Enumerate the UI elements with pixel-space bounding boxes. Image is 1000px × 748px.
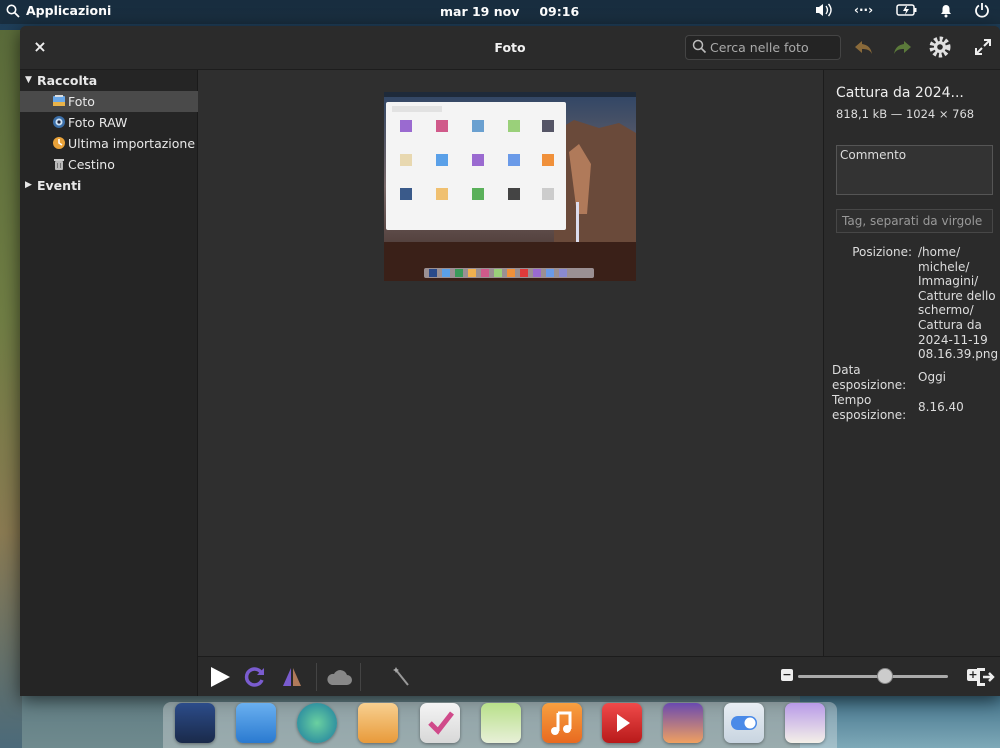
header-bar: × Foto Cerca nelle foto [20, 26, 1000, 70]
music-note-icon [551, 711, 572, 735]
battery-icon[interactable] [896, 2, 918, 18]
zoom-slider-knob[interactable] [877, 668, 893, 684]
tags-input[interactable]: Tag, separati da virgole [836, 209, 993, 233]
applications-menu[interactable]: Applicazioni [6, 3, 111, 18]
sidebar-item-ultima-importazione[interactable]: Ultima importazione [20, 133, 198, 154]
settings-icon[interactable] [724, 703, 764, 743]
search-input[interactable]: Cerca nelle foto [685, 35, 841, 60]
music-icon[interactable] [542, 703, 582, 743]
sidebar-item-foto[interactable]: Foto [20, 91, 198, 112]
mail-icon[interactable] [358, 703, 398, 743]
play-icon [617, 714, 630, 732]
screenshot-preview-image [384, 92, 636, 281]
zoom-out-button[interactable]: − [781, 669, 793, 681]
sidebar-item-cestino[interactable]: Cestino [20, 154, 198, 175]
settings-gear-icon[interactable] [927, 34, 953, 60]
photo-thumbnail[interactable] [384, 92, 636, 281]
sidebar-group-label: Eventi [37, 178, 82, 193]
photos-window: × Foto Cerca nelle foto ▼ Raccolta Foto … [20, 26, 1000, 696]
volume-icon[interactable] [814, 2, 834, 18]
files-icon[interactable] [236, 703, 276, 743]
sidebar-item-label: Ultima importazione [68, 136, 196, 151]
applications-label: Applicazioni [26, 3, 112, 18]
search-placeholder: Cerca nelle foto [710, 40, 809, 55]
fullscreen-icon[interactable] [974, 38, 992, 56]
bottom-toolbar: − + [198, 656, 1000, 696]
comment-placeholder: Commento [840, 148, 907, 162]
file-size-dimensions: 818,1 kB — 1024 × 768 [836, 107, 975, 121]
play-slideshow-icon[interactable] [208, 665, 232, 689]
position-value: /home/ michele/ Immagini/ Catture dello … [918, 245, 999, 362]
sidebar-item-label: Foto RAW [68, 115, 128, 130]
trash-icon [54, 159, 64, 170]
flip-icon[interactable] [280, 665, 304, 689]
sidebar-group-label: Raccolta [37, 73, 98, 88]
desktop-wallpaper [0, 30, 22, 748]
publish-cloud-icon[interactable] [324, 665, 354, 689]
undo-icon[interactable] [852, 36, 876, 60]
date-label: Data esposizione: [832, 363, 907, 392]
camera-raw-icon [53, 116, 65, 128]
power-icon[interactable] [974, 2, 990, 18]
appcenter-icon[interactable] [785, 703, 825, 743]
toolbar-separator [360, 663, 361, 691]
sidebar-item-label: Foto [68, 94, 95, 109]
sidebar: ▼ Raccolta Foto Foto RAW Ultima importaz… [20, 70, 198, 696]
top-panel: Applicazioni mar 19 nov 09:16 ‹··› [0, 0, 1000, 24]
file-name: Cattura da 2024... [836, 85, 964, 101]
metadata-pane: Cattura da 2024... 818,1 kB — 1024 × 768… [823, 70, 1000, 696]
svg-text:‹··›: ‹··› [854, 3, 873, 17]
sidebar-group-eventi[interactable]: ▶ Eventi [20, 175, 198, 196]
web-browser-icon[interactable] [297, 703, 337, 743]
comment-field[interactable]: Commento [836, 145, 993, 195]
last-import-icon [53, 137, 65, 149]
zoom-slider[interactable] [798, 675, 948, 678]
search-icon [6, 4, 20, 18]
sidebar-item-foto-raw[interactable]: Foto RAW [20, 112, 198, 133]
date-value: Oggi [918, 370, 947, 384]
chevron-right-icon: ▶ [25, 180, 32, 190]
videos-icon[interactable] [602, 703, 642, 743]
date-time-indicator[interactable]: mar 19 nov 09:16 [440, 4, 579, 19]
enhance-wand-icon[interactable] [390, 665, 414, 689]
photos-icon[interactable] [663, 703, 703, 743]
export-icon[interactable] [973, 665, 997, 689]
date-label: mar 19 nov [440, 4, 520, 19]
search-icon [692, 39, 707, 54]
position-label: Posizione: [852, 245, 912, 259]
rotate-icon[interactable] [244, 665, 268, 689]
checkmark-icon [428, 711, 454, 735]
chevron-down-icon: ▼ [25, 75, 32, 85]
time-value: 8.16.40 [918, 400, 964, 414]
toggle-icon [731, 716, 757, 730]
tasks-icon[interactable] [420, 703, 460, 743]
multitasking-icon[interactable] [175, 703, 215, 743]
photo-grid [198, 70, 823, 656]
redo-icon[interactable] [890, 36, 914, 60]
close-button[interactable]: × [32, 39, 48, 55]
notifications-icon[interactable] [938, 2, 954, 18]
network-icon[interactable]: ‹··› [854, 2, 876, 18]
photos-library-icon [53, 95, 65, 106]
time-label: 09:16 [539, 4, 580, 19]
time-label: Tempo esposizione: [832, 393, 907, 422]
calendar-icon[interactable] [481, 703, 521, 743]
sidebar-group-raccolta[interactable]: ▼ Raccolta [20, 70, 198, 91]
toolbar-separator [316, 663, 317, 691]
sidebar-item-label: Cestino [68, 157, 115, 172]
